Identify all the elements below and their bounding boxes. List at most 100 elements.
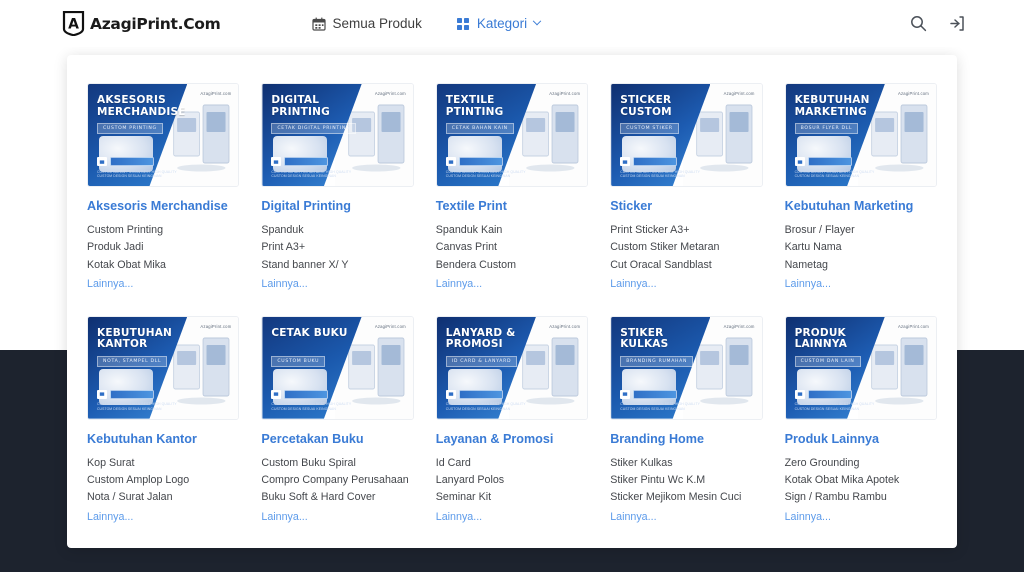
search-icon[interactable] [908, 14, 928, 34]
banner-brand-watermark: AzagiPrint.com [724, 324, 755, 329]
category-item[interactable]: Kotak Obat Mika Apotek [785, 472, 937, 489]
login-icon[interactable] [946, 14, 966, 34]
banner-brand-watermark: AzagiPrint.com [724, 91, 755, 96]
banner-shop-now-button[interactable] [446, 390, 503, 399]
category-more-link[interactable]: Lainnya... [87, 509, 133, 526]
category-item[interactable]: Id Card [436, 455, 588, 472]
category-item[interactable]: Custom Buku Spiral [261, 455, 413, 472]
category-banner-thumbnail[interactable]: PRODUK LAINNYA CUSTOM DAN LAIN AzagiPrin… [785, 316, 937, 420]
category-item[interactable]: Canvas Print [436, 239, 588, 256]
category-title-link[interactable]: Layanan & Promosi [436, 432, 588, 447]
category-more-link[interactable]: Lainnya... [87, 276, 133, 293]
category-title-link[interactable]: Digital Printing [261, 199, 413, 214]
category-banner-thumbnail[interactable]: STIKER KULKAS BRANDING RUMAHAN AzagiPrin… [610, 316, 762, 420]
banner-shop-now-button[interactable] [446, 157, 503, 166]
banner-title: LANYARD & PROMOSI [446, 328, 533, 351]
category-title-link[interactable]: Sticker [610, 199, 762, 214]
banner-footer-text: CUSTOM BAHAN PILIHAN BEST HIGH QUALITY C… [620, 170, 701, 179]
category-item[interactable]: Stand banner X/ Y [261, 257, 413, 274]
category-banner-thumbnail[interactable]: CETAK BUKU CUSTOM BUKU AzagiPrint.com CU… [261, 316, 413, 420]
category-title-link[interactable]: Textile Print [436, 199, 588, 214]
category-more-link[interactable]: Lainnya... [785, 276, 831, 293]
category-item[interactable]: Custom Amplop Logo [87, 472, 239, 489]
category-title-link[interactable]: Branding Home [610, 432, 762, 447]
category-item[interactable]: Custom Stiker Metaran [610, 239, 762, 256]
category-item[interactable]: Nota / Surat Jalan [87, 489, 239, 506]
category-item-list: Brosur / FlayerKartu NamaNametag [785, 222, 937, 274]
category-item[interactable]: Nametag [785, 257, 937, 274]
shield-a-logo-icon: A [62, 11, 85, 36]
category-item[interactable]: Print A3+ [261, 239, 413, 256]
category-item-list: SpandukPrint A3+Stand banner X/ Y [261, 222, 413, 274]
category-item[interactable]: Buku Soft & Hard Cover [261, 489, 413, 506]
category-banner-thumbnail[interactable]: LANYARD & PROMOSI ID CARD & LANYARD Azag… [436, 316, 588, 420]
category-item[interactable]: Seminar Kit [436, 489, 588, 506]
category-item[interactable]: Compro Company Perusahaan [261, 472, 413, 489]
category-banner-thumbnail[interactable]: STICKER CUSTOM CUSTOM STIKER AzagiPrint.… [610, 83, 762, 187]
banner-shop-now-button[interactable] [271, 157, 328, 166]
category-banner-thumbnail[interactable]: AKSESORIS MERCHANDISE CUSTOM PRINTING Az… [87, 83, 239, 187]
category-item[interactable]: Cut Oracal Sandblast [610, 257, 762, 274]
banner-shop-now-button[interactable] [97, 390, 154, 399]
banner-shop-now-button[interactable] [271, 390, 328, 399]
cta-pill [284, 390, 328, 399]
category-item[interactable]: Custom Printing [87, 222, 239, 239]
nav-item-label: Kategori [477, 16, 527, 31]
category-more-link[interactable]: Lainnya... [261, 509, 307, 526]
category-item-list: Id CardLanyard PolosSeminar Kit [436, 455, 588, 507]
category-banner-thumbnail[interactable]: DIGITAL PRINTING CETAK DIGITAL PRINTING … [261, 83, 413, 187]
cta-pill [110, 390, 154, 399]
cart-icon [271, 390, 281, 399]
category-title-link[interactable]: Kebutuhan Kantor [87, 432, 239, 447]
banner-brand-watermark: AzagiPrint.com [898, 324, 929, 329]
banner-shop-now-button[interactable] [795, 157, 852, 166]
banner-shop-now-button[interactable] [620, 390, 677, 399]
category-title-link[interactable]: Percetakan Buku [261, 432, 413, 447]
category-more-link[interactable]: Lainnya... [610, 509, 656, 526]
category-banner-thumbnail[interactable]: TEXTILE PTINTING CETAK BAHAN KAIN AzagiP… [436, 83, 588, 187]
category-item[interactable]: Lanyard Polos [436, 472, 588, 489]
category-item[interactable]: Sticker Mejikom Mesin Cuci [610, 489, 762, 506]
cta-pill [110, 157, 154, 166]
category-item[interactable]: Stiker Pintu Wc K.M [610, 472, 762, 489]
category-banner-thumbnail[interactable]: KEBUTUHAN KANTOR NOTA, STAMPEL DLL Azagi… [87, 316, 239, 420]
top-navigation-bar: A AzagiPrint.Com [0, 0, 1024, 47]
category-more-link[interactable]: Lainnya... [261, 276, 307, 293]
category-item[interactable]: Produk Jadi [87, 239, 239, 256]
category-more-link[interactable]: Lainnya... [436, 509, 482, 526]
banner-footer-text: CUSTOM BAHAN PILIHAN BEST HIGH QUALITY C… [271, 170, 352, 179]
banner-shop-now-button[interactable] [97, 157, 154, 166]
category-more-link[interactable]: Lainnya... [785, 509, 831, 526]
banner-subtitle: CUSTOM STIKER [620, 123, 679, 134]
banner-subtitle: CUSTOM PRINTING [97, 123, 163, 134]
category-item[interactable]: Brosur / Flayer [785, 222, 937, 239]
category-title-link[interactable]: Produk Lainnya [785, 432, 937, 447]
banner-title: KEBUTUHAN MARKETING [795, 95, 882, 118]
category-more-link[interactable]: Lainnya... [610, 276, 656, 293]
category-item[interactable]: Spanduk [261, 222, 413, 239]
category-item[interactable]: Sign / Rambu Rambu [785, 489, 937, 506]
category-item[interactable]: Zero Grounding [785, 455, 937, 472]
nav-item-kategori[interactable]: Kategori [456, 16, 540, 31]
brand-name-text: AzagiPrint.Com [90, 15, 221, 33]
category-banner-thumbnail[interactable]: KEBUTUHAN MARKETING BOSUR FLYER DLL Azag… [785, 83, 937, 187]
category-item[interactable]: Stiker Kulkas [610, 455, 762, 472]
nav-item-semua-produk[interactable]: Semua Produk [312, 16, 422, 31]
category-cell: KEBUTUHAN MARKETING BOSUR FLYER DLL Azag… [785, 83, 937, 294]
banner-shop-now-button[interactable] [795, 390, 852, 399]
category-title-link[interactable]: Kebutuhan Marketing [785, 199, 937, 214]
category-item[interactable]: Kartu Nama [785, 239, 937, 256]
category-item[interactable]: Print Sticker A3+ [610, 222, 762, 239]
banner-shop-now-button[interactable] [620, 157, 677, 166]
category-more-link[interactable]: Lainnya... [436, 276, 482, 293]
category-title-link[interactable]: Aksesoris Merchandise [87, 199, 239, 214]
category-cell: CETAK BUKU CUSTOM BUKU AzagiPrint.com CU… [261, 316, 413, 527]
banner-title: STICKER CUSTOM [620, 95, 707, 118]
category-squares-icon [456, 17, 470, 31]
banner-inset-product [622, 369, 676, 405]
category-item[interactable]: Bendera Custom [436, 257, 588, 274]
category-item[interactable]: Spanduk Kain [436, 222, 588, 239]
category-item[interactable]: Kop Surat [87, 455, 239, 472]
brand-logo-link[interactable]: A AzagiPrint.Com [62, 11, 221, 36]
category-item[interactable]: Kotak Obat Mika [87, 257, 239, 274]
